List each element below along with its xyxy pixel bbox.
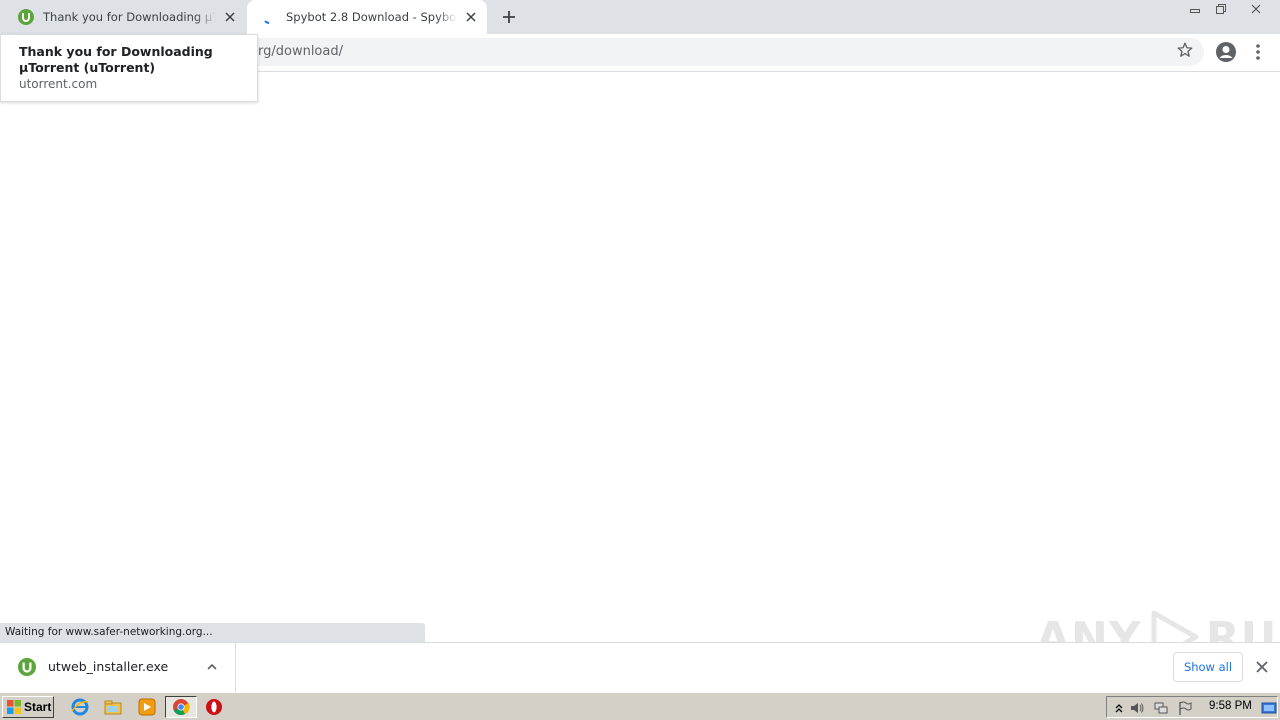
volume-icon[interactable] — [1129, 700, 1145, 716]
kebab-menu-icon[interactable] — [1250, 40, 1266, 64]
tab-spybot[interactable]: Spybot 2.8 Download - Spybot Anti-Malwar… — [247, 0, 487, 34]
loading-spinner-icon — [261, 9, 277, 25]
profile-avatar-icon[interactable] — [1214, 40, 1238, 64]
close-window-button[interactable] — [1234, 0, 1278, 18]
window-controls — [1182, 0, 1278, 18]
plus-icon — [502, 10, 516, 27]
minimize-button[interactable] — [1182, 0, 1208, 18]
chevron-up-icon[interactable] — [205, 660, 219, 674]
close-shelf-icon[interactable] — [1254, 659, 1270, 675]
action-center-flag-icon[interactable] — [1177, 700, 1193, 716]
restore-button[interactable] — [1208, 0, 1234, 18]
media-player-icon[interactable] — [138, 698, 156, 716]
download-item[interactable]: utweb_installer.exe — [0, 643, 236, 693]
taskbar-clock[interactable]: 9:58 PM — [1209, 700, 1252, 712]
tab-title: Thank you for Downloading µTorrent (uTor… — [43, 10, 216, 24]
network-icon[interactable] — [1153, 700, 1169, 716]
status-bubble: Waiting for www.safer-networking.org... — [0, 623, 425, 642]
ie-icon[interactable] — [71, 698, 89, 716]
bookmark-star-icon[interactable] — [1176, 41, 1194, 59]
explorer-icon[interactable] — [104, 698, 122, 716]
system-tray: 9:58 PM — [1106, 696, 1278, 718]
tab-title: Spybot 2.8 Download - Spybot Anti-Malwar… — [286, 10, 457, 24]
utorrent-file-icon — [18, 658, 36, 676]
download-shelf: utweb_installer.exe Show all — [0, 642, 1280, 693]
page-content — [0, 72, 1280, 642]
start-button[interactable]: Start — [2, 696, 54, 718]
windows-taskbar: Start 9:58 PM — [0, 692, 1280, 720]
windows-logo-icon — [6, 699, 22, 715]
tab-strip: Thank you for Downloading µTorrent (uTor… — [0, 0, 1280, 34]
screen: Thank you for Downloading µTorrent (uTor… — [0, 0, 1280, 720]
tab-close-icon[interactable] — [222, 9, 238, 25]
opera-icon[interactable] — [205, 698, 223, 716]
address-url: rg/download/ — [258, 44, 343, 59]
download-file-name: utweb_installer.exe — [48, 659, 169, 674]
show-desktop-icon[interactable] — [1261, 700, 1277, 716]
show-all-button[interactable]: Show all — [1173, 652, 1243, 682]
tab-utorrent[interactable]: Thank you for Downloading µTorrent (uTor… — [0, 0, 246, 34]
chrome-icon[interactable] — [165, 696, 197, 718]
start-label: Start — [24, 700, 52, 714]
utorrent-favicon-icon — [18, 9, 34, 25]
show-hidden-icons-icon[interactable] — [1111, 700, 1127, 716]
new-tab-button[interactable] — [498, 7, 520, 29]
tab-close-icon[interactable] — [463, 9, 479, 25]
